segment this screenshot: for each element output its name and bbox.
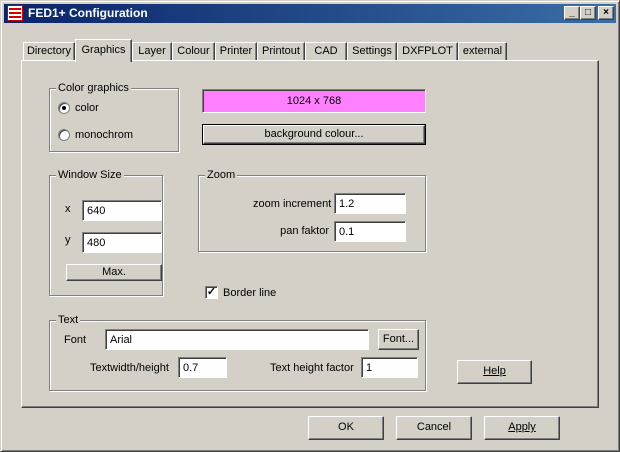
font-input[interactable]: Arial bbox=[105, 329, 369, 350]
apply-button[interactable]: Apply bbox=[484, 416, 560, 440]
border-line-checkbox[interactable]: ✓ bbox=[205, 286, 218, 299]
tab-graphics[interactable]: Graphics bbox=[75, 39, 132, 62]
title-bar[interactable]: FED1+ Configuration _ □ × bbox=[4, 4, 616, 23]
text-group-label: Text bbox=[56, 313, 81, 327]
tab-directory[interactable]: Directory bbox=[23, 42, 75, 61]
radio-color[interactable] bbox=[58, 102, 70, 114]
tab-printer[interactable]: Printer bbox=[215, 42, 257, 61]
tab-external[interactable]: external bbox=[458, 42, 507, 61]
cancel-button[interactable]: Cancel bbox=[396, 416, 472, 440]
tab-cad[interactable]: CAD bbox=[305, 42, 347, 61]
zoom-increment-label: zoom increment bbox=[253, 198, 332, 210]
close-button[interactable]: × bbox=[598, 6, 614, 20]
zoom-increment-input[interactable]: 1.2 bbox=[334, 193, 406, 214]
tab-layer[interactable]: Layer bbox=[132, 42, 172, 61]
max-button[interactable]: Max. bbox=[66, 264, 162, 281]
tab-printout[interactable]: Printout bbox=[257, 42, 305, 61]
window-size-label: Window Size bbox=[56, 168, 124, 182]
zoom-label: Zoom bbox=[205, 168, 238, 182]
font-label: Font bbox=[64, 334, 87, 346]
help-button-label: Help bbox=[483, 365, 506, 377]
radio-monochrom-label[interactable]: monochrom bbox=[75, 128, 133, 142]
tab-colour[interactable]: Colour bbox=[172, 42, 215, 61]
radio-monochrom[interactable] bbox=[58, 129, 70, 141]
pan-faktor-label: pan faktor bbox=[280, 225, 329, 237]
resolution-display: 1024 x 768 bbox=[202, 89, 426, 113]
text-width-height-label: Textwidth/height bbox=[90, 362, 169, 374]
window-height-input[interactable]: 480 bbox=[82, 232, 162, 253]
pan-faktor-input[interactable]: 0.1 bbox=[334, 221, 406, 242]
background-colour-button[interactable]: background colour... bbox=[202, 124, 426, 145]
maximize-button[interactable]: □ bbox=[580, 6, 596, 20]
ok-button[interactable]: OK bbox=[308, 416, 384, 440]
tab-settings[interactable]: Settings bbox=[347, 42, 397, 61]
apply-button-label: Apply bbox=[508, 421, 536, 433]
minimize-button[interactable]: _ bbox=[564, 6, 580, 20]
window-title: FED1+ Configuration bbox=[28, 6, 148, 20]
window-size-group: Window Size x 640 y 480 Max. bbox=[49, 168, 163, 296]
color-graphics-group: Color graphics color monochrom bbox=[49, 81, 179, 152]
text-height-factor-label: Text height factor bbox=[270, 362, 354, 374]
app-icon bbox=[7, 5, 23, 21]
radio-color-label[interactable]: color bbox=[75, 101, 99, 115]
color-graphics-label: Color graphics bbox=[56, 81, 131, 95]
help-button[interactable]: Help bbox=[457, 360, 532, 384]
font-button[interactable]: Font... bbox=[378, 329, 419, 350]
border-line-label[interactable]: Border line bbox=[223, 286, 276, 300]
text-group: Text Font Arial Font... Textwidth/height… bbox=[49, 313, 426, 391]
window-x-label: x bbox=[65, 203, 71, 215]
text-height-factor-input[interactable]: 1 bbox=[361, 357, 418, 378]
window-width-input[interactable]: 640 bbox=[82, 200, 162, 221]
tab-dxfplot[interactable]: DXFPLOT bbox=[397, 42, 458, 61]
zoom-group: Zoom zoom increment 1.2 pan faktor 0.1 bbox=[198, 168, 426, 252]
window-y-label: y bbox=[65, 234, 71, 246]
graphics-panel: Color graphics color monochrom 1024 x 76… bbox=[21, 60, 599, 408]
text-width-height-input[interactable]: 0.7 bbox=[178, 357, 227, 378]
config-window: FED1+ Configuration _ □ × Directory Grap… bbox=[0, 0, 620, 452]
